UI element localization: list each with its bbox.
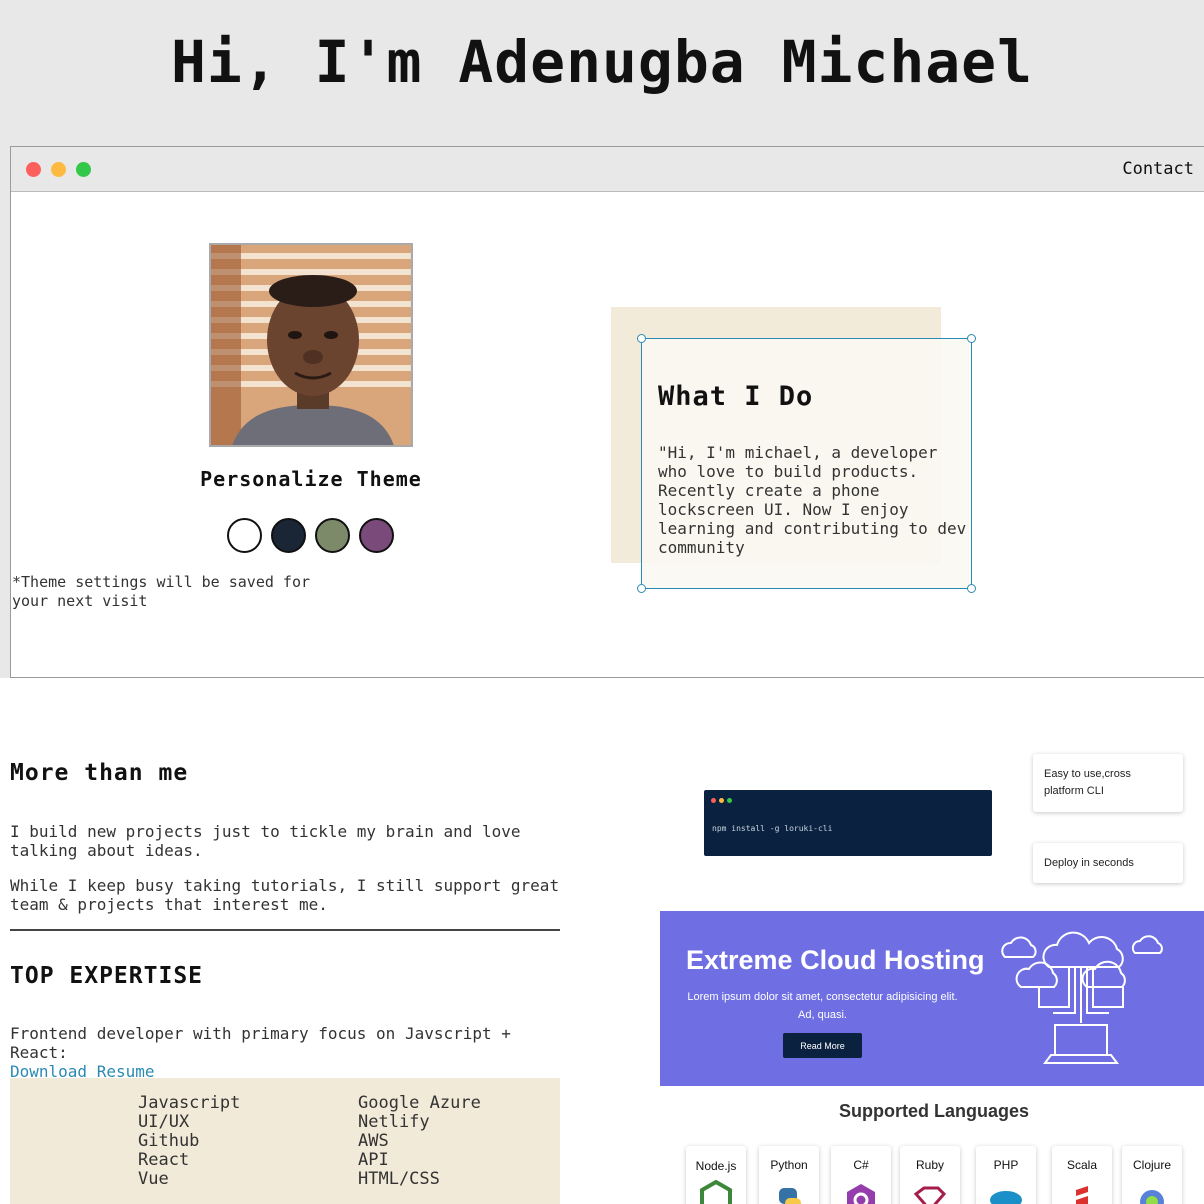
clojure-icon	[1140, 1190, 1164, 1204]
language-card-csharp[interactable]: C#	[831, 1146, 891, 1204]
skill-item: Netlify	[358, 1112, 430, 1132]
python-icon	[779, 1188, 801, 1204]
browser-window: Contact Personalize Theme *Theme setting…	[10, 146, 1204, 678]
language-name: Node.js	[695, 1159, 737, 1173]
language-card-ruby[interactable]: Ruby	[900, 1146, 960, 1204]
theme-note: *Theme settings will be saved for your n…	[12, 573, 311, 610]
skill-item: Google Azure	[358, 1093, 481, 1113]
language-name: Python	[770, 1158, 808, 1172]
php-icon	[990, 1191, 1022, 1204]
hero-title: Hi, I'm Adenugba Michael	[170, 28, 1034, 96]
skill-item: Github	[138, 1131, 200, 1151]
avatar-image	[211, 245, 411, 445]
hosting-banner: Extreme Cloud Hosting Lorem ipsum dolor …	[660, 911, 1204, 1086]
expertise-intro: Frontend developer with primary focus on…	[10, 1024, 560, 1081]
window-minimize-dot[interactable]	[51, 162, 66, 177]
cloud-network-icon	[1001, 931, 1163, 1064]
top-expertise-title: TOP EXPERTISE	[10, 963, 204, 989]
supported-languages-title: Supported Languages	[838, 1101, 1029, 1121]
language-card-python[interactable]: Python	[759, 1146, 819, 1204]
about-paragraph-1: I build new projects just to tickle my b…	[10, 822, 521, 860]
terminal-dot-green	[727, 798, 732, 803]
ruby-icon	[913, 1186, 947, 1204]
language-name: Clojure	[1132, 1158, 1171, 1172]
resize-handle-bottom-left[interactable]	[637, 584, 646, 593]
resize-handle-top-right[interactable]	[967, 334, 976, 343]
scala-icon	[1076, 1186, 1088, 1204]
window-titlebar: Contact	[11, 147, 1204, 192]
nodejs-icon	[700, 1180, 732, 1204]
what-i-do-title: What I Do	[658, 381, 814, 412]
contact-link[interactable]: Contact	[1122, 159, 1194, 179]
window-close-dot[interactable]	[26, 162, 41, 177]
language-name: Scala	[1066, 1158, 1098, 1172]
theme-swatch-white[interactable]	[227, 518, 262, 553]
feature-card-cli: Easy to use,cross platform CLI	[1033, 754, 1183, 812]
resize-handle-top-left[interactable]	[637, 334, 646, 343]
skills-box: Javascript UI/UX Github React Vue Google…	[10, 1078, 560, 1204]
skill-item: UI/UX	[138, 1112, 190, 1132]
language-card-php[interactable]: PHP	[976, 1146, 1036, 1204]
profile-photo	[209, 243, 413, 447]
skill-item: API	[358, 1150, 389, 1170]
what-i-do-text: "Hi, I'm michael, a developer who love t…	[658, 443, 967, 557]
theme-title: Personalize Theme	[200, 467, 422, 491]
terminal-command: npm install -g loruki-cli	[712, 824, 833, 833]
about-paragraph-2: While I keep busy taking tutorials, I st…	[10, 876, 560, 914]
theme-swatch-sage[interactable]	[315, 518, 350, 553]
terminal-dot-yellow	[719, 798, 724, 803]
terminal-preview: npm install -g loruki-cli	[704, 790, 992, 856]
feature-card-deploy: Deploy in seconds	[1033, 843, 1183, 883]
terminal-dot-red	[711, 798, 716, 803]
window-maximize-dot[interactable]	[76, 162, 91, 177]
banner-text: Lorem ipsum dolor sit amet, consectetur …	[687, 991, 958, 1021]
expertise-intro-text: Frontend developer with primary focus on…	[10, 1024, 511, 1062]
skill-item: HTML/CSS	[358, 1169, 440, 1189]
more-than-me-title: More than me	[10, 760, 189, 786]
language-card-nodejs[interactable]: Node.js	[686, 1146, 746, 1204]
what-i-do-card: What I Do "Hi, I'm michael, a developer …	[637, 334, 976, 593]
csharp-icon	[847, 1184, 875, 1204]
theme-swatch-navy[interactable]	[271, 518, 306, 553]
skill-item: AWS	[358, 1131, 389, 1151]
section-divider	[10, 929, 560, 931]
language-name: Ruby	[915, 1158, 944, 1172]
language-name: C#	[853, 1158, 869, 1172]
resize-handle-bottom-right[interactable]	[967, 584, 976, 593]
skill-item: Javascript	[138, 1093, 241, 1113]
skill-item: React	[138, 1150, 190, 1170]
read-more-button[interactable]: Read More	[783, 1033, 862, 1058]
language-card-scala[interactable]: Scala	[1052, 1146, 1112, 1204]
theme-swatch-plum[interactable]	[359, 518, 394, 553]
banner-title: Extreme Cloud Hosting	[686, 945, 985, 975]
language-card-clojure[interactable]: Clojure	[1122, 1146, 1182, 1204]
language-name: PHP	[993, 1158, 1019, 1172]
skill-item: Vue	[138, 1169, 169, 1189]
